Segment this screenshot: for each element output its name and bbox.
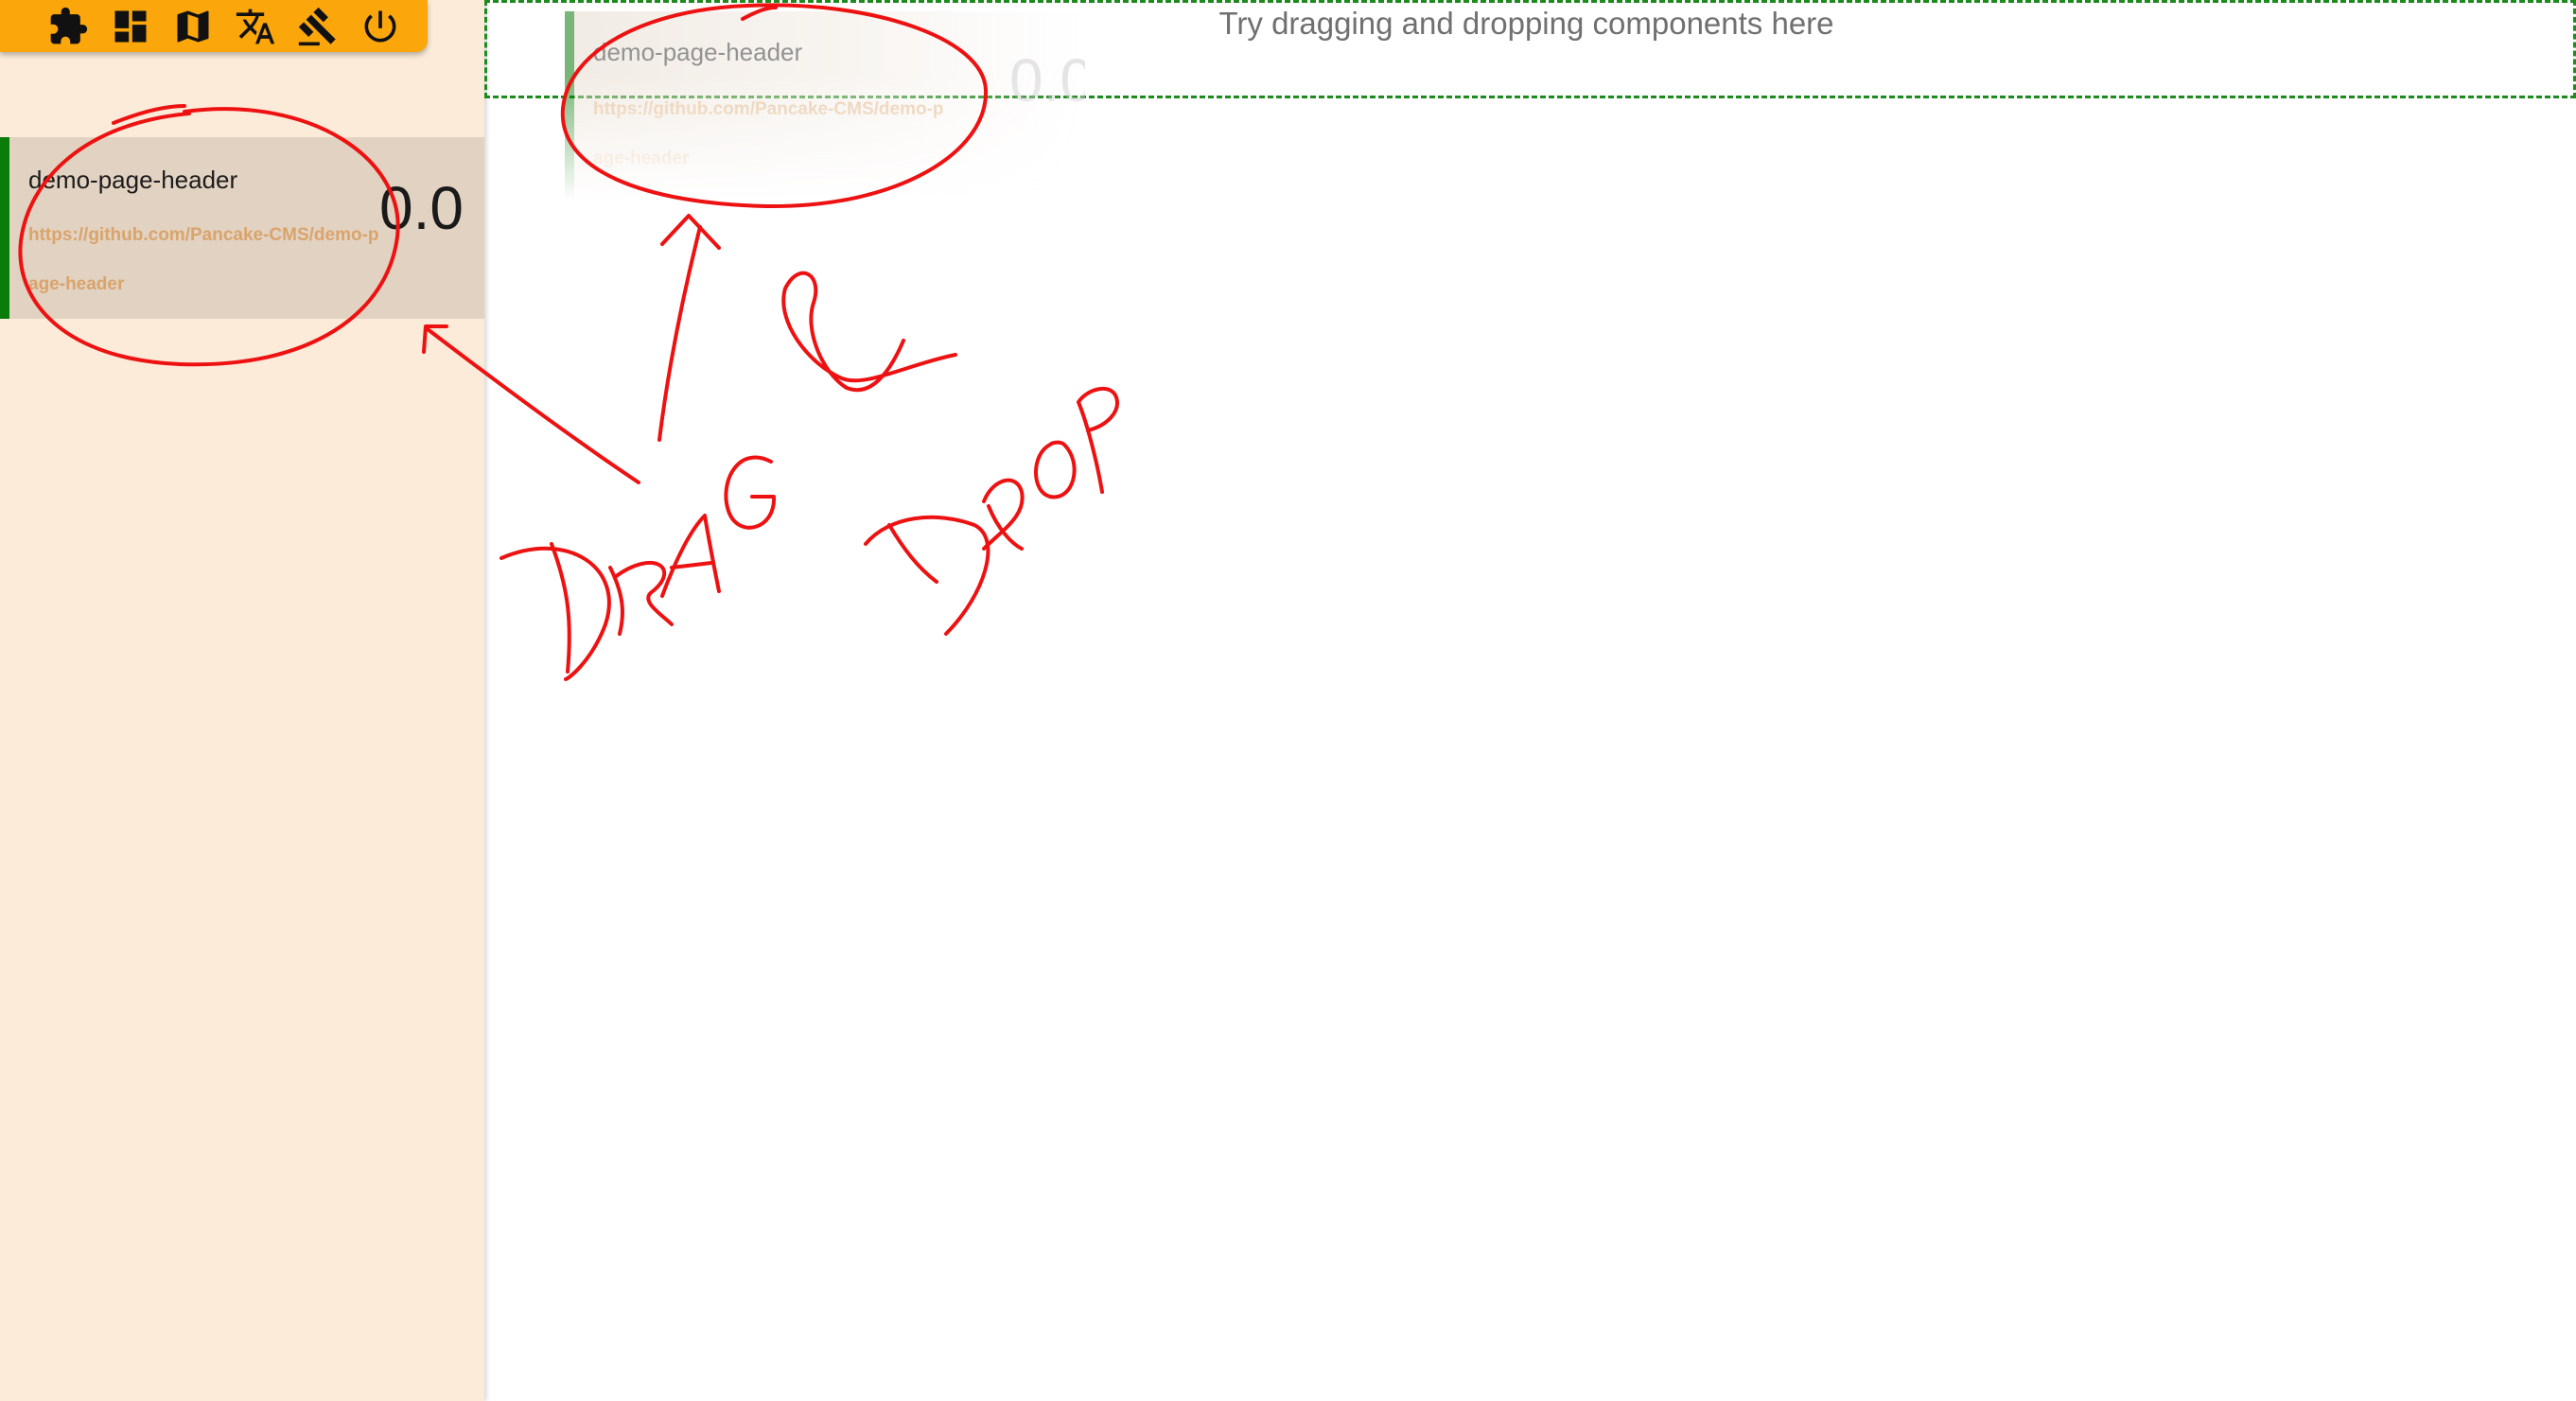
ghost-component-url: https://github.com/Pancake-CMS/demo-page…	[593, 99, 944, 168]
component-url-link[interactable]: https://github.com/Pancake-CMS/demo-page…	[28, 211, 388, 309]
component-sidebar: demo-page-header https://github.com/Panc…	[0, 0, 484, 1401]
dashboard-icon[interactable]	[110, 6, 151, 47]
app-window: demo-page-header https://github.com/Panc…	[0, 0, 2576, 1401]
map-icon[interactable]	[172, 6, 214, 47]
component-version: 0.0	[379, 174, 464, 242]
puzzle-icon[interactable]	[47, 6, 89, 47]
ghost-component-name: demo-page-header	[593, 38, 803, 66]
component-name: demo-page-header	[28, 166, 238, 194]
toolbar	[0, 0, 428, 52]
component-card[interactable]: demo-page-header https://github.com/Panc…	[0, 137, 484, 319]
ghost-component-version: 0.0	[1009, 46, 1094, 114]
gavel-icon[interactable]	[297, 6, 339, 47]
power-icon[interactable]	[359, 6, 401, 47]
page-canvas: Try dragging and dropping components her…	[484, 0, 2576, 1401]
translate-icon[interactable]	[235, 6, 276, 47]
drag-ghost: demo-page-header https://github.com/Panc…	[565, 11, 1094, 201]
